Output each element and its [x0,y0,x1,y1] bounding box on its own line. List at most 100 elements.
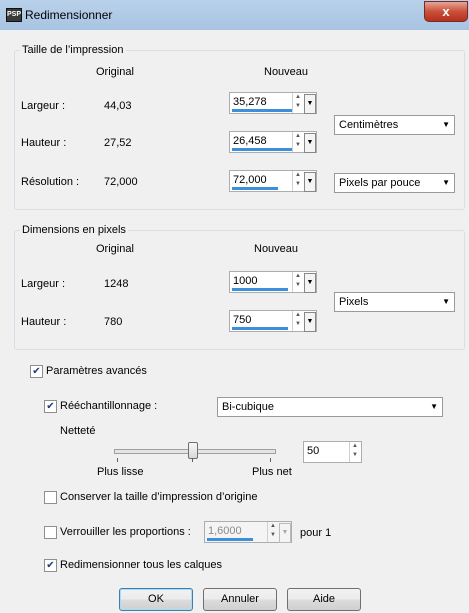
advanced-checkbox[interactable]: ✔ [30,365,43,378]
pixel-width-value: 1000 [233,275,258,287]
print-unit-value: Centimètres [339,119,399,131]
slider-tick-right [270,458,271,462]
checkmark-icon: ✔ [32,366,41,377]
pixel-width-input[interactable]: 1000 ▲ ▼ ▼ [229,271,317,293]
down-arrow-icon[interactable]: ▼ [293,180,303,189]
print-resolution-original: 72,000 [104,176,138,188]
up-arrow-icon[interactable]: ▲ [293,311,303,320]
down-arrow-icon[interactable]: ▼ [293,141,303,150]
resolution-unit-select[interactable]: Pixels par pouce ▼ [334,173,455,193]
cancel-button[interactable]: Annuler [203,588,277,611]
sharpness-max-label: Plus net [252,466,292,478]
print-col-new: Nouveau [264,66,309,78]
lock-ratio-dropdown-icon[interactable]: ▼ [279,523,291,543]
print-unit-select[interactable]: Centimètres ▼ [334,115,455,135]
pixel-height-input[interactable]: 750 ▲ ▼ ▼ [229,310,317,332]
sharpness-stepper[interactable]: ▲ ▼ [349,442,360,462]
print-height-original: 27,52 [104,137,132,149]
pixel-unit-select[interactable]: Pixels ▼ [334,292,455,312]
chevron-down-icon: ▼ [430,402,438,411]
pixel-width-dropdown-icon[interactable]: ▼ [304,273,316,293]
print-resolution-label: Résolution : [21,176,80,188]
slider-tick-left [117,458,118,462]
pixel-width-label: Largeur : [21,278,66,290]
resolution-unit-value: Pixels par pouce [339,177,421,189]
lock-ratio-stepper[interactable]: ▲ ▼ [267,522,278,542]
app-icon: PSP [6,8,22,22]
print-resolution-stepper[interactable]: ▲ ▼ [292,171,303,191]
print-height-underline [232,148,292,151]
print-height-dropdown-icon[interactable]: ▼ [304,133,316,153]
pixel-unit-value: Pixels [339,296,369,308]
print-height-input[interactable]: 26,458 ▲ ▼ ▼ [229,131,317,153]
print-size-group-title: Taille de l’impression [20,44,126,56]
pixel-height-original: 780 [104,316,123,328]
up-arrow-icon[interactable]: ▲ [293,171,303,180]
chevron-down-icon: ▼ [442,178,450,187]
resample-method-select[interactable]: Bi-cubique ▼ [217,397,443,417]
print-col-original: Original [96,66,134,78]
down-arrow-icon[interactable]: ▼ [293,320,303,329]
print-width-input[interactable]: 35,278 ▲ ▼ ▼ [229,92,317,114]
down-arrow-icon[interactable]: ▼ [293,281,303,290]
keep-print-size-label: Conserver la taille d’impression d’origi… [60,491,258,503]
print-resolution-dropdown-icon[interactable]: ▼ [304,172,316,192]
sharpness-input[interactable]: 50 ▲ ▼ [303,441,362,463]
print-width-original: 44,03 [104,100,132,112]
lock-ratio-underline [207,538,253,541]
lock-ratio-suffix: pour 1 [300,527,332,539]
window-title: Redimensionner [25,8,113,22]
down-arrow-icon[interactable]: ▼ [268,531,278,540]
close-icon: x [442,4,450,19]
lock-ratio-checkbox[interactable] [44,526,57,539]
up-arrow-icon[interactable]: ▲ [293,272,303,281]
print-height-value: 26,458 [233,135,267,147]
pixel-height-underline [232,327,288,330]
pixel-height-stepper[interactable]: ▲ ▼ [292,311,303,331]
ok-button[interactable]: OK [119,588,193,611]
pixel-dims-group-title: Dimensions en pixels [20,224,128,236]
up-arrow-icon[interactable]: ▲ [268,522,278,531]
pixel-col-new: Nouveau [254,243,299,255]
chevron-down-icon: ▼ [442,297,450,306]
pixel-col-original: Original [96,243,134,255]
keep-print-size-checkbox[interactable] [44,491,57,504]
sharpness-value: 50 [307,445,320,457]
resize-all-layers-label: Redimensionner tous les calques [60,559,223,571]
print-width-value: 35,278 [233,96,267,108]
down-arrow-icon[interactable]: ▼ [293,102,303,111]
pixel-width-original: 1248 [104,278,129,290]
print-width-label: Largeur : [21,100,66,112]
print-width-stepper[interactable]: ▲ ▼ [292,93,303,113]
pixel-height-label: Hauteur : [21,316,67,328]
up-arrow-icon[interactable]: ▲ [293,93,303,102]
resize-all-layers-checkbox[interactable]: ✔ [44,559,57,572]
pixel-width-underline [232,288,288,291]
slider-tick-mid [192,458,193,462]
sharpness-label: Netteté [60,425,96,437]
lock-ratio-value: 1,6000 [208,525,242,537]
close-button[interactable]: x [424,1,468,22]
help-button[interactable]: Aide [287,588,361,611]
sharpness-slider-thumb[interactable] [188,442,198,459]
print-resolution-input[interactable]: 72,000 ▲ ▼ ▼ [229,170,317,192]
pixel-height-dropdown-icon[interactable]: ▼ [304,312,316,332]
chevron-down-icon: ▼ [442,120,450,129]
print-resolution-underline [232,187,278,190]
sharpness-min-label: Plus lisse [97,466,144,478]
checkmark-icon: ✔ [46,560,55,571]
resample-method-value: Bi-cubique [222,401,274,413]
lock-ratio-input[interactable]: 1,6000 ▲ ▼ ▼ [204,521,292,543]
lock-ratio-label: Verrouiller les proportions : [60,526,191,538]
print-height-label: Hauteur : [21,137,67,149]
print-width-dropdown-icon[interactable]: ▼ [304,94,316,114]
print-height-stepper[interactable]: ▲ ▼ [292,132,303,152]
advanced-label: Paramètres avancés [46,365,147,377]
pixel-height-value: 750 [233,314,252,326]
up-arrow-icon[interactable]: ▲ [293,132,303,141]
resample-label: Rééchantillonnage : [60,400,158,412]
down-arrow-icon[interactable]: ▼ [350,451,360,460]
resample-checkbox[interactable]: ✔ [44,400,57,413]
up-arrow-icon[interactable]: ▲ [350,442,360,451]
pixel-width-stepper[interactable]: ▲ ▼ [292,272,303,292]
